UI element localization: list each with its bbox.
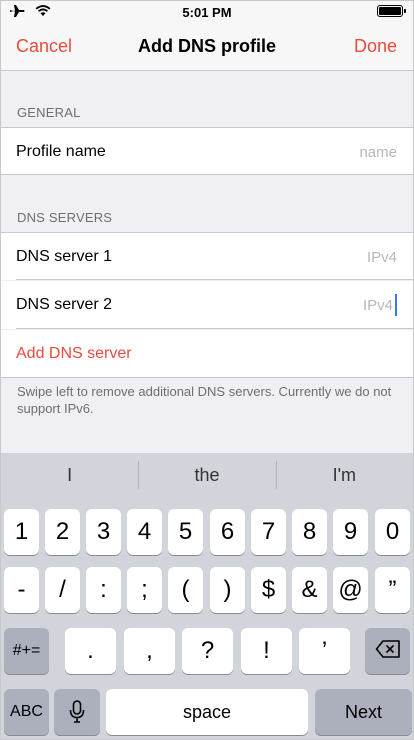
key-colon[interactable]: : xyxy=(86,567,121,613)
section-header-general: GENERAL xyxy=(17,105,81,120)
key-7[interactable]: 7 xyxy=(251,509,286,555)
next-key[interactable]: Next xyxy=(315,689,412,735)
microphone-icon xyxy=(54,700,100,724)
suggestion-2[interactable]: the xyxy=(138,453,275,497)
status-time: 5:01 PM xyxy=(182,5,232,20)
key-1[interactable]: 1 xyxy=(4,509,39,555)
screen: 5:01 PM Cancel Add DNS profile Done GENE… xyxy=(0,0,414,740)
key-at[interactable]: @ xyxy=(333,567,368,613)
key-close-paren[interactable]: ) xyxy=(210,567,245,613)
key-period[interactable]: . xyxy=(65,628,116,674)
key-quote[interactable]: ” xyxy=(375,567,410,613)
divider xyxy=(16,279,413,280)
abc-key[interactable]: ABC xyxy=(4,689,49,735)
key-8[interactable]: 8 xyxy=(292,509,327,555)
key-9[interactable]: 9 xyxy=(333,509,368,555)
suggestion-bar: I the I'm xyxy=(1,453,413,497)
divider xyxy=(16,328,413,329)
key-dollar[interactable]: $ xyxy=(251,567,286,613)
key-slash[interactable]: / xyxy=(45,567,80,613)
nav-bar: Cancel Add DNS profile Done xyxy=(1,23,413,71)
status-bar: 5:01 PM xyxy=(1,1,413,23)
backspace-key[interactable] xyxy=(365,628,410,674)
key-4[interactable]: 4 xyxy=(127,509,162,555)
key-open-paren[interactable]: ( xyxy=(168,567,203,613)
profile-name-label: Profile name xyxy=(16,143,106,160)
suggestion-1[interactable]: I xyxy=(1,453,138,497)
key-3[interactable]: 3 xyxy=(86,509,121,555)
key-ampersand[interactable]: & xyxy=(292,567,327,613)
dns-server-2-label: DNS server 2 xyxy=(16,296,113,313)
symbols-key[interactable]: #+= xyxy=(4,628,49,674)
backspace-icon xyxy=(365,639,410,659)
key-hyphen[interactable]: - xyxy=(4,567,39,613)
key-question[interactable]: ? xyxy=(182,628,233,674)
profile-name-cell[interactable]: Profile name xyxy=(1,127,413,175)
add-dns-server-cell[interactable]: Add DNS server xyxy=(1,330,413,378)
key-comma[interactable]: , xyxy=(124,628,175,674)
dns-server-1-cell[interactable]: DNS server 1 xyxy=(1,232,413,280)
dns-server-1-field[interactable] xyxy=(247,246,397,268)
dns-server-2-cell[interactable]: DNS server 2 xyxy=(1,281,413,329)
page-title: Add DNS profile xyxy=(138,36,276,56)
key-5[interactable]: 5 xyxy=(168,509,203,555)
microphone-key[interactable] xyxy=(54,689,100,735)
text-cursor xyxy=(395,294,397,316)
key-exclamation[interactable]: ! xyxy=(241,628,292,674)
key-apostrophe[interactable]: ’ xyxy=(299,628,350,674)
key-0[interactable]: 0 xyxy=(375,509,410,555)
add-dns-server-button[interactable]: Add DNS server xyxy=(16,345,132,363)
suggestion-3[interactable]: I'm xyxy=(275,453,413,497)
done-button[interactable]: Done xyxy=(354,36,397,57)
key-6[interactable]: 6 xyxy=(210,509,245,555)
footer-note: Swipe left to remove additional DNS serv… xyxy=(17,384,392,416)
dns-server-2-field[interactable] xyxy=(243,294,393,316)
profile-name-field[interactable] xyxy=(247,141,397,163)
section-header-dns-servers: DNS SERVERS xyxy=(17,210,113,225)
space-key[interactable]: space xyxy=(106,689,308,735)
key-2[interactable]: 2 xyxy=(45,509,80,555)
battery-icon xyxy=(377,5,406,17)
keyboard: I the I'm 1 2 3 4 5 6 7 8 9 0 - / : ; ( … xyxy=(1,453,413,739)
key-semicolon[interactable]: ; xyxy=(127,567,162,613)
dns-server-1-label: DNS server 1 xyxy=(16,248,113,265)
